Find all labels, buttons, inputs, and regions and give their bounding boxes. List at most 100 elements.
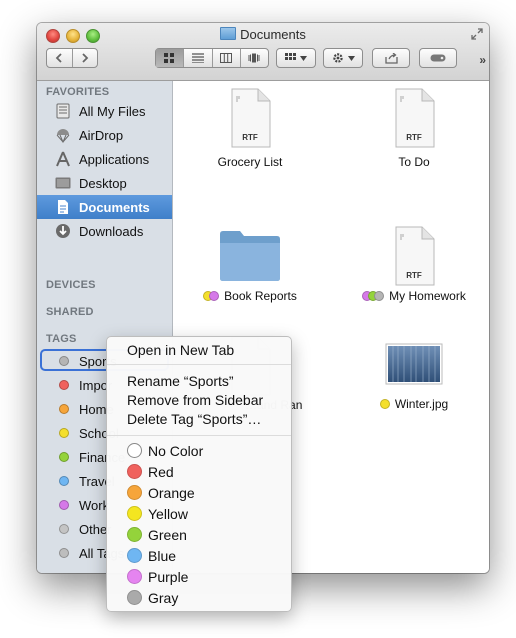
tag-color-dot (59, 548, 69, 558)
sidebar-item-documents[interactable]: Documents (37, 195, 172, 219)
menu-item-color-purple[interactable]: Purple (107, 566, 291, 587)
menu-item-label: Rename “Sports” (127, 372, 234, 389)
action-button[interactable] (323, 48, 363, 68)
sidebar-item-label: All My Files (79, 103, 146, 119)
file-name: Grocery List (217, 155, 283, 169)
share-button[interactable] (372, 48, 410, 68)
file-label-row: Winter.jpg (379, 397, 449, 411)
tag-color-dot (59, 404, 69, 414)
menu-item-remove-from-sidebar[interactable]: Remove from Sidebar (107, 389, 291, 410)
menu-item-label: Delete Tag “Sports”… (127, 410, 262, 427)
favorites-header: FAVORITES (46, 86, 110, 98)
file-item[interactable]: Winter.jpg (349, 343, 479, 412)
sidebar-item-all-my-files[interactable]: All My Files (37, 99, 172, 123)
view-mode-control (155, 48, 269, 68)
tag-color-dot (59, 428, 69, 438)
file-label-row: My Homework (362, 289, 466, 303)
context-menu: Open in New Tab Rename “Sports” Remove f… (106, 336, 292, 612)
red-swatch (127, 464, 142, 479)
menu-item-color-yellow[interactable]: Yellow (107, 503, 291, 524)
sidebar-item-label: Downloads (79, 223, 144, 239)
forward-button[interactable] (73, 49, 98, 67)
image-thumbnail-icon (385, 343, 443, 385)
menu-item-label: No Color (148, 442, 204, 459)
arrange-button[interactable] (276, 48, 316, 68)
file-kind-label: RTF (406, 271, 422, 280)
shared-header: SHARED (46, 306, 94, 318)
file-name: Book Reports (224, 289, 297, 303)
file-name: Winter.jpg (394, 397, 449, 411)
tag-color-dot (59, 452, 69, 462)
all-my-files-icon (54, 103, 71, 120)
tags-button[interactable] (419, 48, 457, 68)
menu-item-color-blue[interactable]: Blue (107, 545, 291, 566)
menu-item-label: Orange (148, 484, 195, 501)
menu-item-delete-tag[interactable]: Delete Tag “Sports”… (107, 408, 291, 429)
file-item[interactable]: Book Reports (185, 226, 315, 304)
file-item[interactable]: RTF Grocery List (185, 88, 315, 169)
sidebar-item-downloads[interactable]: Downloads (37, 219, 172, 243)
menu-item-label: Red (148, 463, 174, 480)
rtf-document-icon: RTF (390, 226, 438, 286)
back-button[interactable] (47, 49, 73, 67)
file-tag-dot (209, 291, 220, 301)
sidebar-item-desktop[interactable]: Desktop (37, 171, 172, 195)
chevron-left-icon (55, 53, 62, 63)
file-item[interactable]: RTF My Homework (349, 226, 479, 304)
sidebar-item-applications[interactable]: Applications (37, 147, 172, 171)
file-kind-label: RTF (406, 133, 422, 142)
menu-item-color-green[interactable]: Green (107, 524, 291, 545)
green-swatch (127, 527, 142, 542)
menu-item-color-orange[interactable]: Orange (107, 482, 291, 503)
column-view-icon (220, 53, 233, 63)
column-view-button[interactable] (213, 49, 241, 67)
devices-header: DEVICES (46, 279, 96, 291)
chevron-down-icon (300, 55, 307, 61)
menu-item-label: Open in New Tab (127, 341, 235, 358)
file-kind-label: RTF (242, 133, 258, 142)
menu-item-label: Purple (148, 568, 189, 585)
title-bar: Documents » (37, 23, 489, 81)
orange-swatch (127, 485, 142, 500)
file-item[interactable]: RTF To Do (349, 88, 479, 169)
sidebar-tag-label: Work (79, 497, 110, 513)
list-view-button[interactable] (184, 49, 213, 67)
file-tag-dot (379, 399, 390, 409)
share-icon (384, 52, 398, 64)
tag-color-dot (59, 476, 69, 486)
menu-item-color-gray[interactable]: Gray (107, 587, 291, 608)
tag-icon (430, 54, 446, 62)
file-name: To Do (398, 155, 430, 169)
menu-separator (107, 435, 291, 436)
file-label-row: Book Reports (203, 289, 297, 303)
menu-item-label: Blue (148, 547, 177, 564)
rtf-document-icon: RTF (226, 88, 274, 148)
tag-color-dot (59, 380, 69, 390)
documents-icon (54, 199, 71, 216)
menu-item-open-in-new-tab[interactable]: Open in New Tab (107, 339, 291, 360)
toolbar-overflow-button[interactable]: » (479, 53, 485, 67)
menu-item-color-red[interactable]: Red (107, 461, 291, 482)
grid-icon (285, 53, 296, 60)
sidebar-item-label: AirDrop (79, 127, 124, 143)
sidebar-item-airdrop[interactable]: AirDrop (37, 123, 172, 147)
menu-item-rename[interactable]: Rename “Sports” (107, 370, 291, 391)
purple-swatch (127, 569, 142, 584)
downloads-icon (54, 223, 71, 240)
sidebar-item-label: Desktop (79, 175, 127, 191)
chevron-down-icon (347, 55, 355, 61)
chevron-right-icon (82, 53, 89, 63)
file-tag-dot (374, 291, 385, 301)
menu-separator (107, 364, 291, 365)
cover-flow-button[interactable] (241, 49, 268, 67)
blue-swatch (127, 548, 142, 563)
back-forward-control (46, 48, 98, 68)
fullscreen-icon[interactable] (471, 28, 483, 40)
menu-item-color-none[interactable]: No Color (107, 440, 291, 461)
icon-view-button[interactable] (156, 49, 185, 67)
yellow-swatch (127, 506, 142, 521)
menu-item-label: Gray (148, 589, 179, 606)
tags-header: TAGS (46, 333, 77, 345)
icon-view-icon (164, 52, 175, 63)
cover-flow-icon (248, 53, 260, 63)
